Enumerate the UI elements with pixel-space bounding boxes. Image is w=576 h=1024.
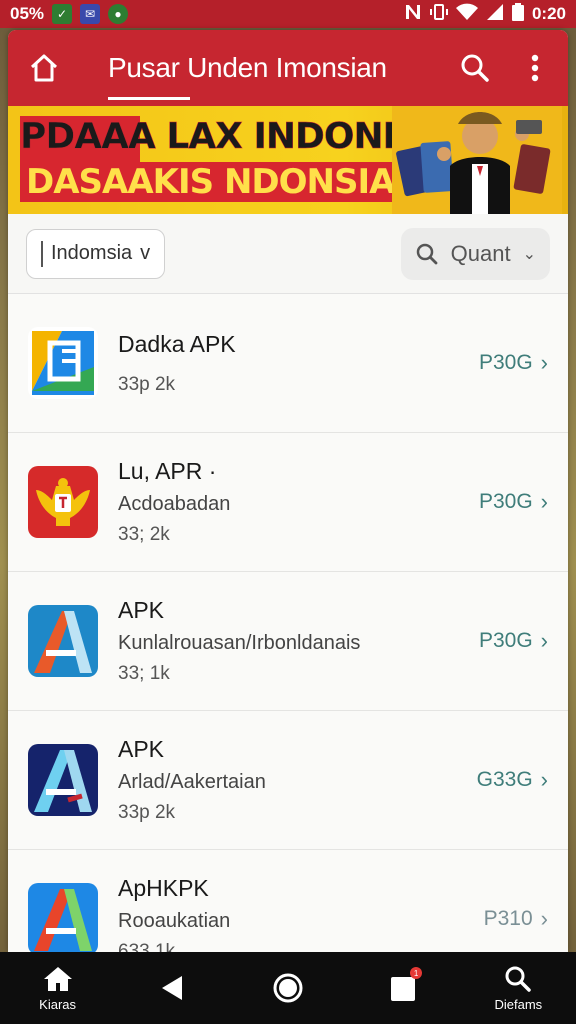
nfc-icon (404, 3, 422, 26)
app-meta: 33; 1k (118, 663, 170, 684)
app-meta: 633 1k (118, 941, 176, 952)
status-right: 0:20 (404, 2, 566, 26)
app-meta: 33p 2k (118, 373, 176, 395)
app-size: P310 (483, 907, 533, 930)
app-size: P30G (478, 629, 533, 652)
bottom-navigation: Kiaras 1 Diefams (0, 952, 576, 1024)
tablet-logo-icon (28, 327, 98, 399)
list-item[interactable]: ApHKPK Rooaukatian 633 1k P310 › (8, 850, 568, 952)
search-placeholder: Quant (450, 240, 511, 266)
back-triangle-icon (161, 976, 182, 1000)
chevron-right-icon: › (540, 906, 548, 931)
letter-a-icon (28, 883, 98, 952)
home-icon (30, 54, 58, 82)
list-item[interactable]: APK Arlad/Aakertaian 33p 2k G33G › (8, 711, 568, 850)
app-name: Lu, APR · (118, 458, 217, 484)
home-button[interactable] (24, 48, 64, 88)
app-size: G33G (476, 768, 533, 791)
nav-recents[interactable]: 1 (358, 967, 448, 1003)
nav-home[interactable]: Kiaras (13, 965, 103, 1012)
chevron-down-icon: ⌄ (522, 245, 536, 263)
signal-icon (486, 3, 504, 26)
item-size: P30G › (479, 350, 548, 376)
app-subtitle: Rooaukatian (118, 910, 231, 932)
chevron-right-icon: › (540, 350, 548, 375)
home-circle-icon (273, 973, 303, 1003)
region-value: Indomsia (51, 242, 133, 264)
region-dropdown[interactable]: Indomsia v (26, 228, 166, 279)
app-size: P30G (478, 490, 533, 513)
app-name: APK (118, 736, 165, 762)
chevron-right-icon: › (540, 767, 548, 792)
quant-search-field[interactable]: Quant ⌄ (400, 227, 550, 280)
app-subtitle: Arlad/Aakertaian (118, 771, 266, 793)
app-window: Pusar Unden Imonsian PDAAA LAX INDONESIA… (8, 30, 568, 952)
nav-back[interactable] (128, 974, 218, 1002)
nav-home-label: Kiaras (39, 996, 77, 1012)
top-actions (458, 51, 552, 85)
banner-subheadline: DASAAKIS NDONSIA (20, 162, 401, 202)
title-underline (108, 97, 190, 100)
app-name: Dadka APK (118, 330, 236, 357)
notification-mail-icon: ✉ (80, 4, 101, 24)
wifi-icon (455, 3, 478, 26)
item-size: P30G › (479, 628, 548, 654)
title-wrap: Pusar Unden Imonsian (108, 52, 387, 100)
chevron-right-icon: › (540, 628, 548, 653)
vibrate-icon (429, 3, 448, 26)
app-list: Dadka APK 33p 2k P30G › Lu, APR · Acdoab (8, 294, 568, 952)
list-item[interactable]: APK Kunlalrouasan/Irbonldanais 33; 1k P3… (8, 572, 568, 711)
notification-game-icon: ● (108, 4, 129, 24)
search-icon (416, 243, 438, 264)
text-cursor (41, 240, 43, 267)
app-meta: 33; 2k (118, 524, 170, 545)
filter-row: Indomsia v Quant ⌄ (8, 214, 568, 294)
battery-icon (511, 2, 524, 26)
item-text: ApHKPK Rooaukatian 633 1k (118, 875, 230, 952)
app-subtitle: Kunlalrouasan/Irbonldanais (118, 632, 361, 654)
search-icon (505, 966, 532, 992)
nav-search-label: Diefams (494, 996, 543, 1012)
list-item[interactable]: Dadka APK 33p 2k P30G › (8, 294, 568, 433)
nav-home-circle[interactable] (243, 971, 333, 1005)
overflow-menu-button[interactable] (518, 51, 552, 85)
letter-a-icon (28, 605, 98, 677)
home-icon (43, 966, 72, 991)
app-name: ApHKPK (118, 875, 209, 901)
app-subtitle: Acdoabadan (118, 493, 231, 515)
item-text: Lu, APR · Acdoabadan 33; 2k (118, 458, 230, 546)
item-text: Dadka APK 33p 2k (118, 331, 236, 396)
list-item[interactable]: Lu, APR · Acdoabadan 33; 2k P30G › (8, 433, 568, 572)
search-button[interactable] (458, 51, 492, 85)
top-app-bar: Pusar Unden Imonsian (8, 30, 568, 106)
garuda-emblem-icon (28, 466, 98, 538)
item-text: APK Arlad/Aakertaian 33p 2k (118, 736, 266, 824)
battery-percent: 05% (10, 4, 45, 23)
notification-app-icon: ✓ (52, 4, 73, 24)
item-size: P310 › (484, 906, 548, 932)
chevron-down-icon: v (140, 242, 151, 264)
page-title: Pusar Unden Imonsian (108, 52, 387, 83)
clock-time: 0:20 (531, 4, 566, 23)
item-size: G33G › (477, 767, 548, 793)
item-text: APK Kunlalrouasan/Irbonldanais 33; 1k (118, 597, 360, 685)
chevron-right-icon: › (540, 489, 548, 514)
more-vert-icon (531, 54, 539, 82)
letter-a-icon (28, 744, 98, 816)
nav-search[interactable]: Diefams (473, 965, 563, 1012)
banner-character-illustration (392, 106, 562, 214)
item-size: P30G › (479, 489, 548, 515)
status-left: 05% ✓ ✉ ● (10, 4, 129, 24)
status-bar: 05% ✓ ✉ ● 0:20 (0, 0, 576, 28)
app-name: APK (118, 597, 165, 623)
app-meta: 33p 2k (118, 802, 176, 823)
promo-banner[interactable]: PDAAA LAX INDONESIA DASAAKIS NDONSIA (8, 106, 568, 214)
search-icon (461, 54, 489, 82)
app-size: P30G (478, 351, 533, 374)
notification-badge: 1 (410, 967, 423, 979)
